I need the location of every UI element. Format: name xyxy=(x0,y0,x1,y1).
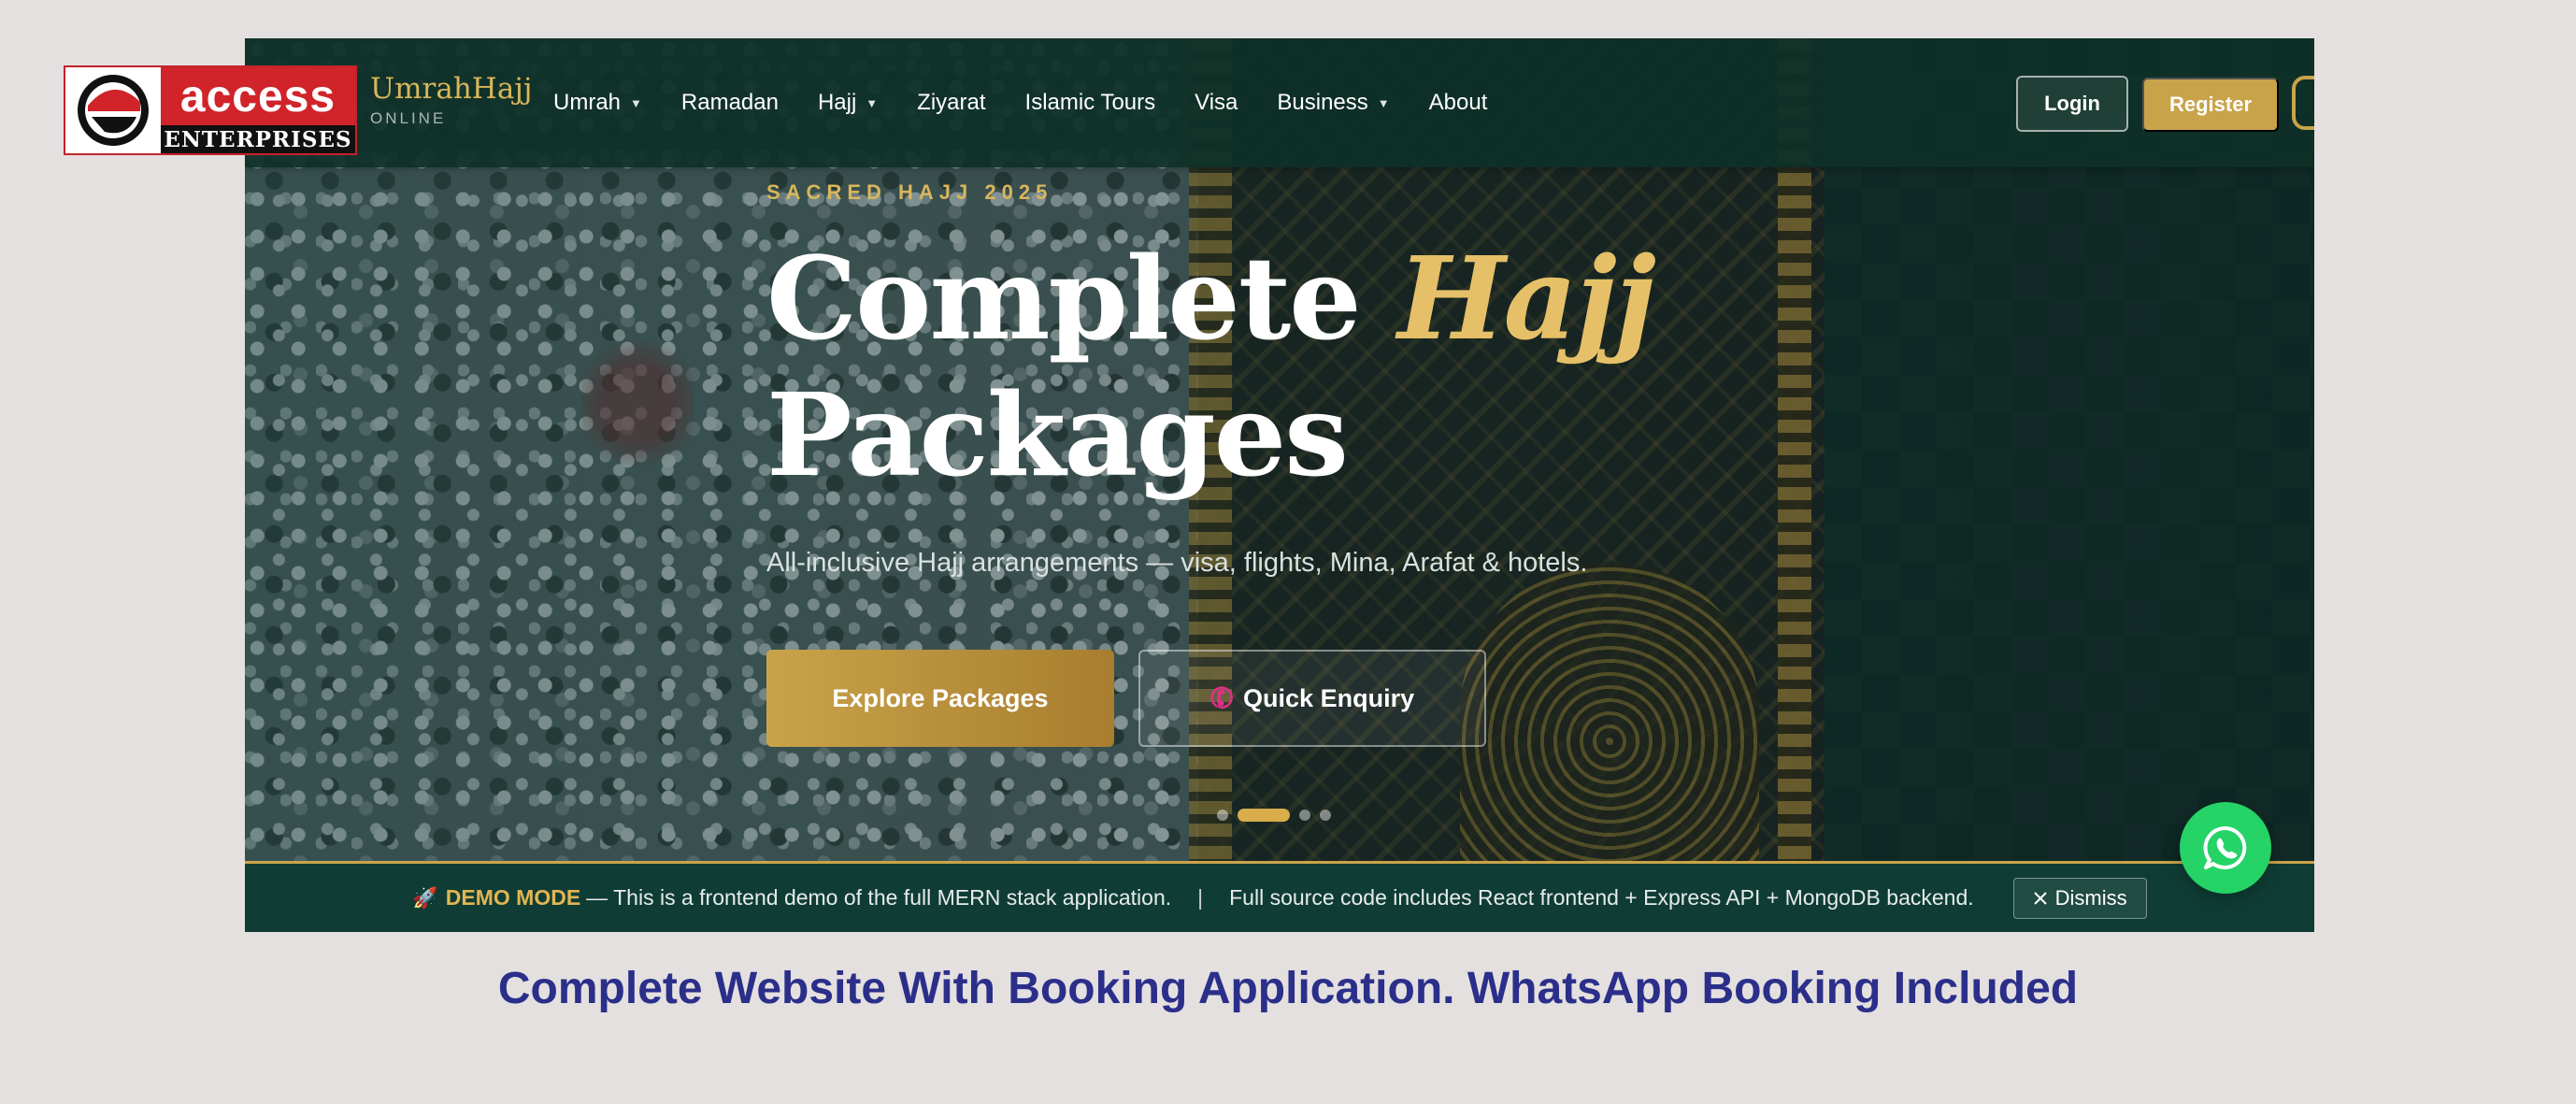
close-icon xyxy=(2033,891,2047,905)
nav-item-label: Hajj xyxy=(817,90,857,115)
slider-dot[interactable] xyxy=(1299,810,1310,821)
nav-item-hajj[interactable]: Hajj ▼ xyxy=(818,90,878,116)
slider-dot[interactable] xyxy=(1238,809,1290,822)
nav-item-visa[interactable]: Visa xyxy=(1195,90,1238,116)
brand-name: UmrahHajj xyxy=(370,72,533,106)
demo-mode-label: DEMO MODE xyxy=(445,885,581,910)
logo-text: access ENTERPRISES xyxy=(161,67,355,153)
nav-item-label: Visa xyxy=(1195,90,1238,115)
dismiss-label: Dismiss xyxy=(2054,885,2127,910)
nav-item-label: About xyxy=(1428,90,1488,115)
nav-item-label: Ziyarat xyxy=(917,90,986,115)
whatsapp-icon xyxy=(2203,825,2247,869)
rocket-icon: 🚀 xyxy=(412,885,438,910)
logo-wordmark-bottom: ENTERPRISES xyxy=(161,125,355,153)
hero-eyebrow: SACRED HAJJ 2025 xyxy=(766,180,1053,204)
caret-down-icon: ▼ xyxy=(630,95,642,110)
slider-dot[interactable] xyxy=(1217,810,1228,821)
demo-message: — This is a frontend demo of the full ME… xyxy=(586,885,1172,910)
nav-item-umrah[interactable]: Umrah ▼ xyxy=(553,90,642,116)
nav-item-label: Ramadan xyxy=(680,90,779,115)
slider-dots xyxy=(1217,809,1331,822)
caret-down-icon: ▼ xyxy=(866,95,879,110)
nav-item-label: Islamic Tours xyxy=(1024,90,1156,115)
language-toggle-edge[interactable] xyxy=(2292,76,2314,130)
demo-separator: | xyxy=(1197,885,1204,910)
nav-item-ziyarat[interactable]: Ziyarat xyxy=(917,90,985,116)
nav-item-label: Umrah xyxy=(553,90,622,115)
website-frame: SACRED HAJJ 2025 Complete Hajj Packages … xyxy=(245,38,2314,932)
whatsapp-button[interactable] xyxy=(2180,802,2271,894)
nav-item-about[interactable]: About xyxy=(1429,90,1488,116)
dismiss-button[interactable]: Dismiss xyxy=(2012,877,2147,919)
main-nav: Umrah ▼ Ramadan Hajj ▼ Ziyarat Islamic Tours Vi… xyxy=(553,38,1526,167)
hero-title-part2: Packages xyxy=(766,367,1349,502)
login-button[interactable]: Login xyxy=(2016,76,2128,132)
demo-message-secondary: Full source code includes React frontend… xyxy=(1229,885,1974,910)
nav-item-ramadan[interactable]: Ramadan xyxy=(681,90,779,116)
hero-title: Complete Hajj Packages xyxy=(766,230,1656,503)
explore-packages-button[interactable]: Explore Packages xyxy=(766,650,1114,747)
quick-enquiry-label: Quick Enquiry xyxy=(1243,683,1415,712)
register-button[interactable]: Register xyxy=(2142,78,2279,132)
site-header: UmrahHajj ONLINE Umrah ▼ Ramadan Hajj ▼ Ziyar… xyxy=(245,38,2314,167)
access-enterprises-logo: access ENTERPRISES xyxy=(64,65,357,155)
brand-tagline: ONLINE xyxy=(370,109,447,127)
logo-emblem-icon xyxy=(65,67,161,153)
phone-icon: ✆ xyxy=(1206,680,1238,717)
slider-dot[interactable] xyxy=(1320,810,1331,821)
logo-wordmark-top: access xyxy=(161,67,355,125)
hero-title-part1: Complete xyxy=(766,231,1362,366)
demo-mode-bar: 🚀 DEMO MODE — This is a frontend demo of… xyxy=(245,861,2314,932)
hero-title-accent: Hajj xyxy=(1397,231,1656,366)
nav-item-label: Business xyxy=(1277,90,1368,115)
nav-item-islamic-tours[interactable]: Islamic Tours xyxy=(1025,90,1156,116)
brand[interactable]: UmrahHajj ONLINE xyxy=(370,72,533,128)
quick-enquiry-button[interactable]: ✆ Quick Enquiry xyxy=(1138,650,1486,747)
nav-item-business[interactable]: Business ▼ xyxy=(1277,90,1389,116)
caret-down-icon: ▼ xyxy=(1377,95,1390,110)
promo-caption: Complete Website With Booking Applicatio… xyxy=(497,964,2079,1013)
hero-subtitle: All-inclusive Hajj arrangements — visa, … xyxy=(766,548,1588,578)
